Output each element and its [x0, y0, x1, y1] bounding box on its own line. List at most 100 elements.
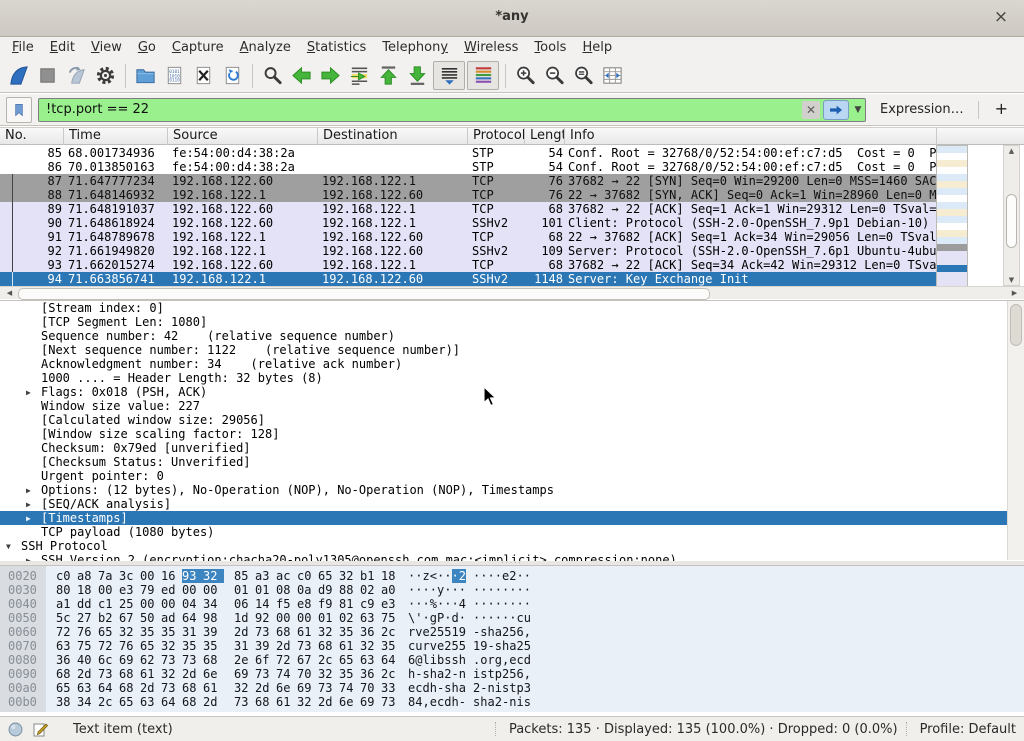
- column-header-info[interactable]: Info: [565, 128, 937, 145]
- save-file-button[interactable]: 010110100110: [161, 62, 188, 89]
- hex-row-00b0[interactable]: 00b038342c656364682d736861322d6e697384,e…: [0, 695, 1024, 709]
- hex-row-00a0[interactable]: 00a0656364682d736861322d6e6973747033ecdh…: [0, 681, 1024, 695]
- expand-icon[interactable]: ▶: [26, 498, 41, 512]
- menu-statistics[interactable]: Statistics: [299, 37, 374, 59]
- details-vscrollbar[interactable]: [1007, 301, 1024, 560]
- detail-line[interactable]: Sequence number: 42 (relative sequence n…: [0, 329, 1024, 343]
- packet-row-90[interactable]: 9071.648618924192.168.122.60192.168.122.…: [0, 216, 937, 230]
- menu-go[interactable]: Go: [130, 37, 164, 59]
- detail-line[interactable]: [Stream index: 0]: [0, 301, 1024, 315]
- hex-row-0070[interactable]: 0070637572766532353531392d7368613235curv…: [0, 639, 1024, 653]
- scrollbar-thumb[interactable]: [1006, 194, 1017, 248]
- stop-capture-button[interactable]: [34, 62, 61, 89]
- packet-row-92[interactable]: 9271.661949820192.168.122.1192.168.122.6…: [0, 244, 937, 258]
- scroll-down-icon[interactable]: ▼: [1004, 276, 1019, 284]
- collapse-icon[interactable]: ▼: [6, 540, 21, 554]
- detail-line[interactable]: Acknowledgment number: 34 (relative ack …: [0, 357, 1024, 371]
- status-profile[interactable]: Profile: Default: [920, 722, 1016, 737]
- packet-list-minimap[interactable]: [937, 146, 967, 286]
- restart-capture-button[interactable]: [63, 62, 90, 89]
- menu-view[interactable]: View: [83, 37, 130, 59]
- go-to-packet-button[interactable]: [346, 62, 373, 89]
- menu-telephony[interactable]: Telephony: [374, 37, 456, 59]
- scroll-up-icon[interactable]: ▲: [1004, 147, 1019, 155]
- filter-add-button[interactable]: +: [985, 99, 1018, 120]
- hex-row-0050[interactable]: 00505c27b26750ad64981d92000001026375\'·g…: [0, 611, 1024, 625]
- column-header-length[interactable]: Length: [525, 128, 565, 145]
- detail-line[interactable]: ▶[Timestamps]: [0, 511, 1024, 525]
- menu-capture[interactable]: Capture: [164, 37, 232, 59]
- column-header-protocol[interactable]: Protocol: [468, 128, 525, 145]
- hex-row-0030[interactable]: 0030801800e379ed00000101080ad98802a0····…: [0, 583, 1024, 597]
- open-file-button[interactable]: [132, 62, 159, 89]
- hex-row-0060[interactable]: 006072766532353531392d7368613235362crve2…: [0, 625, 1024, 639]
- menu-wireless[interactable]: Wireless: [456, 37, 526, 59]
- reload-file-button[interactable]: [219, 62, 246, 89]
- detail-line[interactable]: ▶[SEQ/ACK analysis]: [0, 497, 1024, 511]
- capture-options-button[interactable]: [92, 62, 119, 89]
- detail-line[interactable]: Checksum: 0x79ed [unverified]: [0, 441, 1024, 455]
- resize-columns-button[interactable]: [599, 62, 626, 89]
- filter-clear-icon[interactable]: ✕: [802, 101, 820, 119]
- packet-list-vscrollbar[interactable]: ▲ ▼: [1003, 145, 1020, 286]
- close-file-button[interactable]: [190, 62, 217, 89]
- zoom-out-button[interactable]: [541, 62, 568, 89]
- detail-line[interactable]: ▼SSH Protocol: [0, 539, 1024, 553]
- column-header-no[interactable]: No.: [0, 128, 64, 145]
- expression-button[interactable]: Expression…: [872, 102, 972, 117]
- detail-line[interactable]: ▶Options: (12 bytes), No-Operation (NOP)…: [0, 483, 1024, 497]
- detail-line[interactable]: Urgent pointer: 0: [0, 469, 1024, 483]
- expand-icon[interactable]: ▶: [26, 484, 41, 498]
- packet-row-89[interactable]: 8971.648191037192.168.122.60192.168.122.…: [0, 202, 937, 216]
- expand-icon[interactable]: ▶: [26, 512, 41, 526]
- expand-icon[interactable]: ▶: [26, 386, 41, 400]
- filter-bookmark-button[interactable]: [6, 97, 32, 123]
- go-back-button[interactable]: [288, 62, 315, 89]
- display-filter-input[interactable]: [39, 102, 802, 117]
- column-header-source[interactable]: Source: [168, 128, 318, 145]
- scroll-left-icon[interactable]: ◀: [2, 287, 17, 299]
- detail-line[interactable]: 1000 .... = Header Length: 32 bytes (8): [0, 371, 1024, 385]
- expand-icon[interactable]: ▶: [26, 554, 41, 561]
- filter-history-dropdown-icon[interactable]: ▼: [851, 105, 865, 115]
- title-bar[interactable]: *any ×: [0, 0, 1024, 37]
- menu-tools[interactable]: Tools: [526, 37, 574, 59]
- colorize-button[interactable]: [467, 61, 499, 90]
- packet-row-86[interactable]: 8670.013850163fe:54:00:d4:38:2aSTP54Conf…: [0, 160, 937, 174]
- detail-line[interactable]: TCP payload (1080 bytes): [0, 525, 1024, 539]
- packet-list-hscrollbar[interactable]: ◀ ▶: [0, 286, 1024, 299]
- hex-row-0090[interactable]: 0090682d736861322d6e697374703235362ch-sh…: [0, 667, 1024, 681]
- menu-file[interactable]: File: [4, 37, 42, 59]
- filter-apply-icon[interactable]: [823, 100, 849, 120]
- packet-row-85[interactable]: 8568.001734936fe:54:00:d4:38:2aSTP54Conf…: [0, 146, 937, 160]
- close-window-icon[interactable]: ×: [990, 6, 1012, 28]
- packet-row-88[interactable]: 8871.648146932192.168.122.1192.168.122.6…: [0, 188, 937, 202]
- column-header-time[interactable]: Time: [64, 128, 168, 145]
- menu-analyze[interactable]: Analyze: [232, 37, 299, 59]
- menu-help[interactable]: Help: [574, 37, 620, 59]
- zoom-original-button[interactable]: [570, 62, 597, 89]
- packet-row-91[interactable]: 9171.648789678192.168.122.1192.168.122.6…: [0, 230, 937, 244]
- detail-line[interactable]: ▶Flags: 0x018 (PSH, ACK): [0, 385, 1024, 399]
- display-filter-field[interactable]: ✕ ▼: [38, 98, 866, 122]
- capture-comment-icon[interactable]: [33, 722, 49, 737]
- detail-line[interactable]: Window size value: 227: [0, 399, 1024, 413]
- find-packet-button[interactable]: [259, 62, 286, 89]
- detail-line[interactable]: [TCP Segment Len: 1080]: [0, 315, 1024, 329]
- auto-scroll-button[interactable]: [433, 61, 465, 90]
- packet-row-87[interactable]: 8771.647777234192.168.122.60192.168.122.…: [0, 174, 937, 188]
- detail-line[interactable]: [Checksum Status: Unverified]: [0, 455, 1024, 469]
- zoom-in-button[interactable]: [512, 62, 539, 89]
- detail-line[interactable]: [Window size scaling factor: 128]: [0, 427, 1024, 441]
- start-capture-button[interactable]: [5, 62, 32, 89]
- column-header-destination[interactable]: Destination: [318, 128, 468, 145]
- scroll-right-icon[interactable]: ▶: [1007, 287, 1022, 299]
- expert-info-icon[interactable]: [8, 722, 23, 737]
- packet-row-94[interactable]: 9471.663856741192.168.122.1192.168.122.6…: [0, 272, 937, 286]
- detail-line[interactable]: [Next sequence number: 1122 (relative se…: [0, 343, 1024, 357]
- go-first-button[interactable]: [375, 62, 402, 89]
- scrollbar-thumb[interactable]: [18, 288, 710, 300]
- detail-line[interactable]: [Calculated window size: 29056]: [0, 413, 1024, 427]
- hex-row-0080[interactable]: 008036406c69627373682e6f72672c6563646@li…: [0, 653, 1024, 667]
- packet-row-93[interactable]: 9371.662015274192.168.122.60192.168.122.…: [0, 258, 937, 272]
